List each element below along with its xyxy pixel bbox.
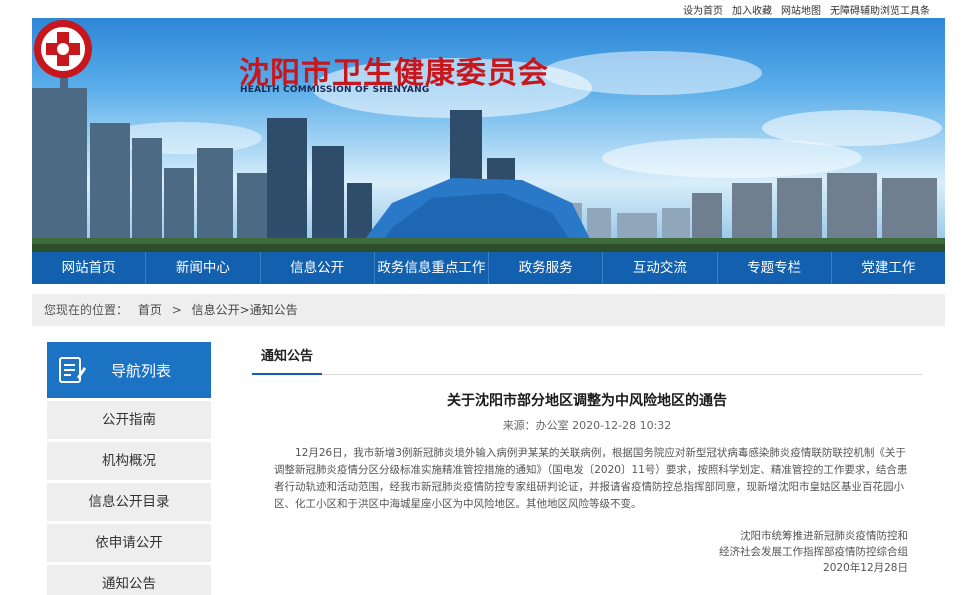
breadcrumb-info-disclosure[interactable]: 信息公开 [192, 303, 240, 317]
set-homepage-link[interactable]: 设为首页 [683, 2, 723, 17]
breadcrumb: 您现在的位置： 首页 > 信息公开>通知公告 [32, 294, 945, 326]
breadcrumb-separator: > [171, 303, 182, 317]
nav-home[interactable]: 网站首页 [32, 252, 147, 284]
nav-interaction[interactable]: 互动交流 [603, 252, 718, 284]
top-bar: 设为首页 加入收藏 网站地图 无障碍辅助浏览工具条 [0, 0, 979, 18]
article-body: 12月26日，我市新增3例新冠肺炎境外输入病例尹某某的关联病例，根据国务院应对新… [274, 447, 908, 510]
accessibility-toolbar-link[interactable]: 无障碍辅助浏览工具条 [830, 2, 930, 17]
nav-gov-services[interactable]: 政务服务 [489, 252, 604, 284]
sidebar-title: 导航列表 [111, 361, 172, 380]
nav-key-work[interactable]: 政务信息重点工作 [375, 252, 489, 284]
list-icon [59, 357, 86, 383]
sidebar-item-notices[interactable]: 通知公告 [47, 565, 211, 595]
article-signature-line-2: 经济社会发展工作指挥部疫情防控综合组 [719, 546, 908, 558]
breadcrumb-notices[interactable]: >通知公告 [240, 303, 298, 317]
sidebar-item-organization[interactable]: 机构概况 [47, 442, 211, 480]
breadcrumb-home[interactable]: 首页 [138, 303, 162, 317]
article-title: 关于沈阳市部分地区调整为中风险地区的通告 [447, 393, 727, 409]
article-meta: 来源：办公室 2020-12-28 10:32 [502, 419, 672, 432]
sidebar-item-guide[interactable]: 公开指南 [47, 401, 211, 439]
sidebar-header: 导航列表 [47, 342, 211, 398]
nav-special-topics[interactable]: 专题专栏 [718, 252, 832, 284]
nav-info-disclosure[interactable]: 信息公开 [261, 252, 375, 284]
article-signature-line-1: 沈阳市统筹推进新冠肺炎疫情防控和 [740, 530, 908, 542]
article-date: 2020年12月28日 [823, 562, 908, 574]
nav-party-building[interactable]: 党建工作 [832, 252, 945, 284]
sitemap-link[interactable]: 网站地图 [781, 2, 821, 17]
sidebar: 导航列表 公开指南 机构概况 信息公开目录 依申请公开 通知公告 [47, 342, 211, 595]
tab-bar: 通知公告 [252, 342, 922, 375]
header-banner: 沈阳市卫生健康委员会 HEALTH COMMISSION OF SHENYANG [32, 18, 945, 252]
commission-logo [34, 20, 92, 78]
nav-news-center[interactable]: 新闻中心 [146, 252, 261, 284]
sidebar-item-application[interactable]: 依申请公开 [47, 524, 211, 562]
top-links: 设为首页 加入收藏 网站地图 无障碍辅助浏览工具条 [683, 2, 930, 17]
tab-notices[interactable]: 通知公告 [252, 342, 322, 375]
breadcrumb-prefix: 您现在的位置： [44, 303, 129, 317]
sidebar-item-catalog[interactable]: 信息公开目录 [47, 483, 211, 521]
main-nav: 网站首页 新闻中心 信息公开 政务信息重点工作 政务服务 互动交流 专题专栏 党… [32, 252, 945, 284]
main-content: 通知公告 关于沈阳市部分地区调整为中风险地区的通告 来源：办公室 2020-12… [252, 342, 922, 574]
add-favorite-link[interactable]: 加入收藏 [732, 2, 772, 17]
site-subtitle: HEALTH COMMISSION OF SHENYANG [240, 85, 430, 95]
